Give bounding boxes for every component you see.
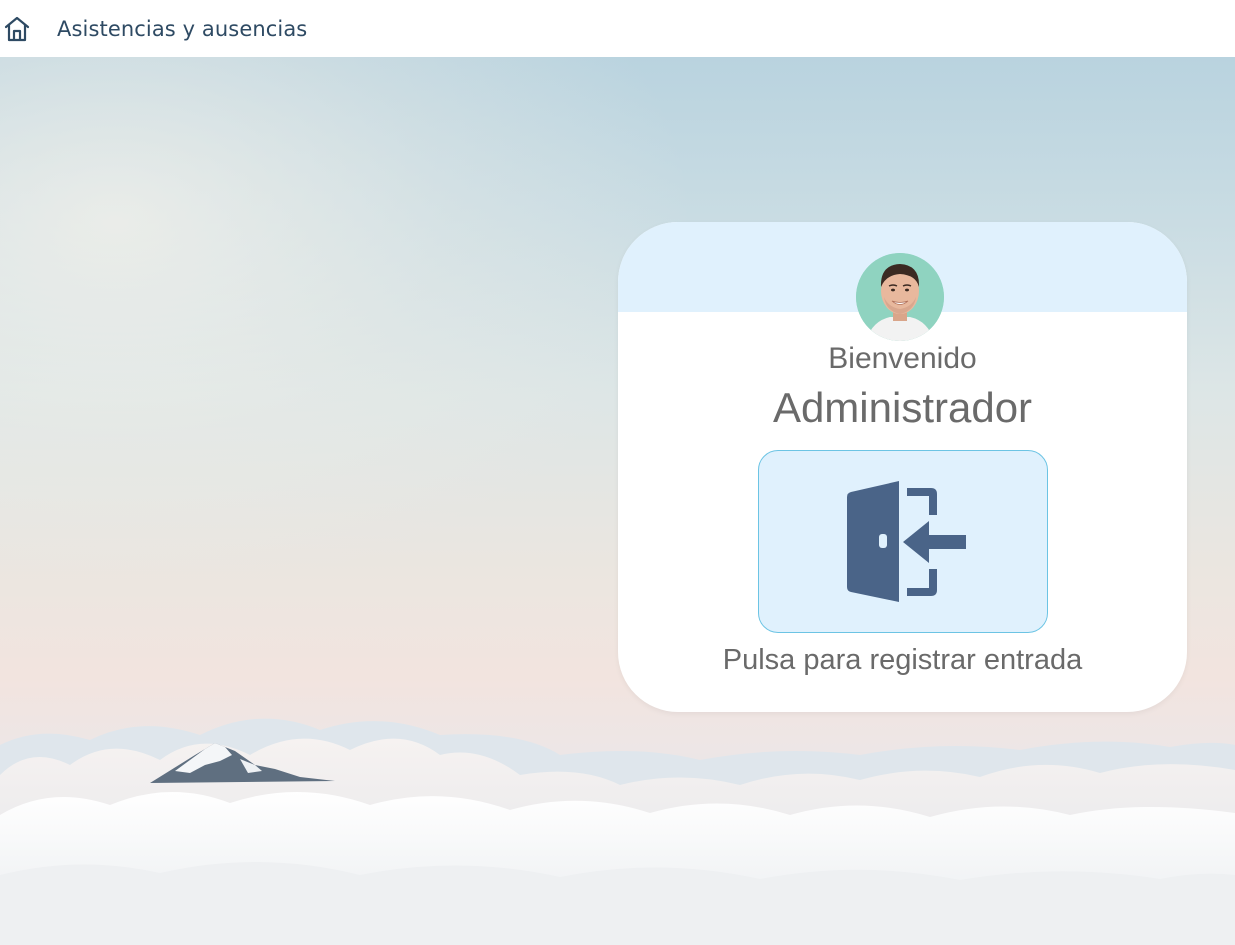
- welcome-card: Bienvenido Administrador Pulsa para regi…: [618, 222, 1187, 712]
- home-button[interactable]: [0, 12, 34, 46]
- check-in-label: Pulsa para registrar entrada: [722, 644, 1083, 676]
- avatar-icon: [856, 253, 944, 341]
- home-icon: [4, 16, 30, 41]
- clouds-illustration: [0, 718, 1235, 945]
- user-avatar: [856, 253, 944, 341]
- door-enter-icon: [846, 481, 966, 602]
- top-bar: Asistencias y ausencias: [0, 0, 1235, 57]
- welcome-text: Bienvenido: [828, 342, 977, 375]
- page-title: Asistencias y ausencias: [57, 16, 308, 41]
- check-in-button[interactable]: [758, 450, 1048, 633]
- username-text: Administrador: [772, 384, 1033, 431]
